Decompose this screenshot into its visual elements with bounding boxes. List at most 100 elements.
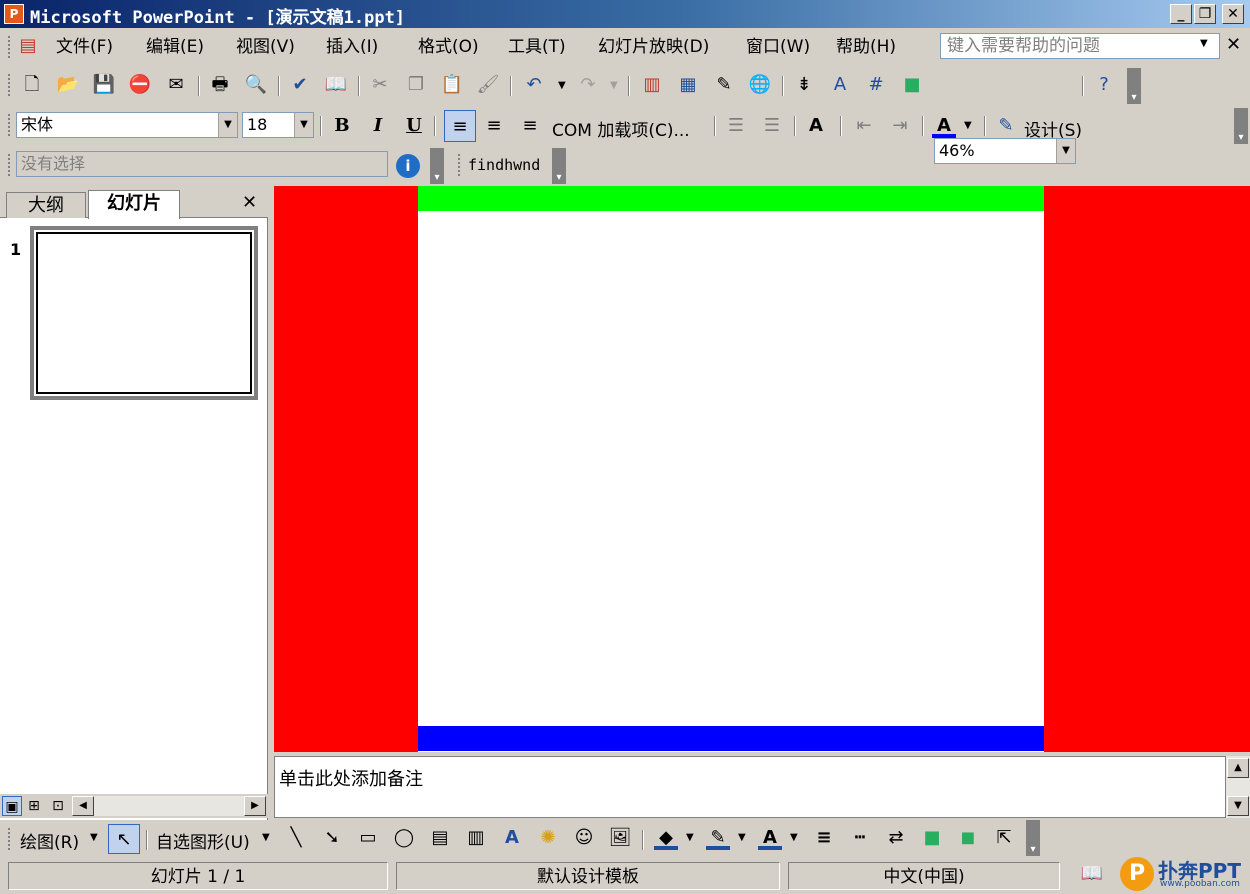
fill-color-dropdown-icon[interactable]: ▼: [686, 832, 694, 843]
toolbar-grip[interactable]: [8, 828, 12, 850]
redo-dropdown-icon[interactable]: ▼: [610, 80, 618, 91]
toolbar-grip[interactable]: [8, 154, 12, 176]
toolbar-options-icon[interactable]: ▾: [1026, 820, 1040, 856]
notes-pane[interactable]: 单击此处添加备注: [274, 756, 1226, 818]
dash-style-icon[interactable]: ┅: [848, 826, 872, 850]
size-dropdown-icon[interactable]: ▼: [294, 113, 313, 137]
wordart-icon[interactable]: A: [500, 826, 524, 850]
notes-scrollbar[interactable]: ▲ ▼: [1226, 756, 1250, 818]
normal-view-icon[interactable]: ▣: [2, 796, 22, 816]
print-preview-icon[interactable]: 🔍: [244, 73, 268, 97]
align-center-icon[interactable]: ≡: [482, 114, 506, 138]
show-formatting-icon[interactable]: A: [828, 73, 852, 97]
slide[interactable]: [418, 186, 1044, 752]
email-icon[interactable]: ✉: [164, 73, 188, 97]
tables-borders-icon[interactable]: ✎: [712, 73, 736, 97]
help-search-input[interactable]: 键入需要帮助的问题: [940, 33, 1220, 59]
toolbar-options-icon[interactable]: ▾: [430, 148, 444, 184]
decrease-indent-icon[interactable]: ⇤: [852, 114, 876, 138]
scroll-down-icon[interactable]: ▼: [1227, 796, 1249, 816]
restore-button[interactable]: ❐: [1194, 4, 1216, 24]
minimize-button[interactable]: _: [1170, 4, 1192, 24]
italic-button[interactable]: I: [366, 114, 390, 138]
bold-button[interactable]: B: [330, 114, 354, 138]
font-color-draw-dropdown-icon[interactable]: ▼: [790, 832, 798, 843]
line-icon[interactable]: ╲: [284, 826, 308, 850]
diagram-icon[interactable]: ✺: [536, 826, 560, 850]
arrow-icon[interactable]: ➘: [320, 826, 344, 850]
menu-slideshow[interactable]: 幻灯片放映(D): [598, 35, 709, 59]
font-dropdown-icon[interactable]: ▼: [218, 113, 237, 137]
oval-icon[interactable]: ◯: [392, 826, 416, 850]
menu-tools[interactable]: 工具(T): [508, 35, 566, 59]
textbox-icon[interactable]: ▤: [428, 826, 452, 850]
line-color-icon[interactable]: ✎: [706, 826, 730, 850]
research-icon[interactable]: 📖: [324, 73, 348, 97]
rectangle-icon[interactable]: ▭: [356, 826, 380, 850]
cut-icon[interactable]: ✂: [368, 73, 392, 97]
toolbar-grip[interactable]: [458, 154, 462, 176]
expand-all-icon[interactable]: ⇟: [792, 73, 816, 97]
copy-icon[interactable]: ❐: [404, 73, 428, 97]
arrow-style-icon[interactable]: ⇄: [884, 826, 908, 850]
help-dropdown-icon[interactable]: ▼: [1200, 38, 1208, 49]
font-combo[interactable]: 宋体 ▼: [16, 112, 238, 138]
status-template[interactable]: 默认设计模板: [396, 862, 780, 890]
line-style-icon[interactable]: ≡: [812, 826, 836, 850]
increase-font-icon[interactable]: A: [804, 114, 828, 138]
clipart-icon[interactable]: ☺: [572, 826, 596, 850]
toolbar-options-icon[interactable]: ▾: [552, 148, 566, 184]
com-addins-button[interactable]: COM 加载项(C)...: [552, 116, 690, 141]
align-right-icon[interactable]: ≡: [518, 114, 542, 138]
menu-window[interactable]: 窗口(W): [746, 35, 810, 59]
undo-dropdown-icon[interactable]: ▼: [558, 80, 566, 91]
color-grayscale-icon[interactable]: ■: [900, 73, 924, 97]
slide-sorter-icon[interactable]: ⊞: [24, 796, 44, 816]
close-window-button[interactable]: ✕: [1222, 4, 1244, 24]
new-icon[interactable]: 🗋: [20, 73, 44, 97]
increase-indent-icon[interactable]: ⇥: [888, 114, 912, 138]
scroll-up-icon[interactable]: ▲: [1227, 758, 1249, 778]
draw-dropdown-icon[interactable]: ▼: [90, 832, 98, 843]
save-icon[interactable]: 💾: [92, 73, 116, 97]
scroll-left-icon[interactable]: ◀: [72, 796, 94, 816]
info-icon[interactable]: i: [396, 154, 420, 178]
font-color-draw-icon[interactable]: A: [758, 826, 782, 850]
scroll-right-icon[interactable]: ▶: [244, 796, 266, 816]
bullets-icon[interactable]: ☰: [760, 114, 784, 138]
horizontal-scrollbar[interactable]: [72, 796, 264, 816]
toolbar-options-icon[interactable]: ▾: [1234, 108, 1248, 144]
design-icon[interactable]: ✎: [994, 114, 1018, 138]
select-objects-icon[interactable]: ↖: [108, 824, 140, 854]
format-painter-icon[interactable]: 🖌: [476, 73, 500, 97]
spelling-icon[interactable]: ✔: [288, 73, 312, 97]
table-icon[interactable]: ▦: [676, 73, 700, 97]
picture-icon[interactable]: 🖼: [608, 826, 632, 850]
autoshapes-dropdown-icon[interactable]: ▼: [262, 832, 270, 843]
close-document-button[interactable]: ✕: [1226, 34, 1241, 55]
chart-icon[interactable]: ▥: [640, 73, 664, 97]
hyperlink-icon[interactable]: 🌐: [748, 73, 772, 97]
open-icon[interactable]: 📂: [56, 73, 80, 97]
slideshow-view-icon[interactable]: ⊡: [48, 796, 68, 816]
toolbar-options-icon[interactable]: ▾: [1127, 68, 1141, 104]
draw-menu-button[interactable]: 绘图(R): [20, 828, 79, 853]
font-color-icon[interactable]: A: [932, 114, 956, 138]
powerpoint-app-icon[interactable]: P: [4, 4, 24, 24]
permission-icon[interactable]: ⛔: [128, 73, 152, 97]
vertical-textbox-icon[interactable]: ▥: [464, 826, 488, 850]
grid-icon[interactable]: #: [864, 73, 888, 97]
document-icon[interactable]: ▤: [16, 34, 40, 58]
align-left-icon[interactable]: ≡: [444, 110, 476, 142]
tab-outline[interactable]: 大纲: [6, 192, 86, 218]
redo-icon[interactable]: ↷: [576, 73, 600, 97]
menu-file[interactable]: 文件(F): [56, 35, 113, 59]
autoshapes-button[interactable]: 自选图形(U): [156, 828, 250, 853]
menu-grip[interactable]: [8, 36, 12, 58]
close-panel-button[interactable]: ✕: [242, 192, 257, 213]
numbering-icon[interactable]: ☰: [724, 114, 748, 138]
menu-view[interactable]: 视图(V): [236, 35, 295, 59]
toolbar-grip[interactable]: [8, 74, 12, 96]
paste-icon[interactable]: 📋: [440, 73, 464, 97]
menu-format[interactable]: 格式(O): [418, 35, 479, 59]
